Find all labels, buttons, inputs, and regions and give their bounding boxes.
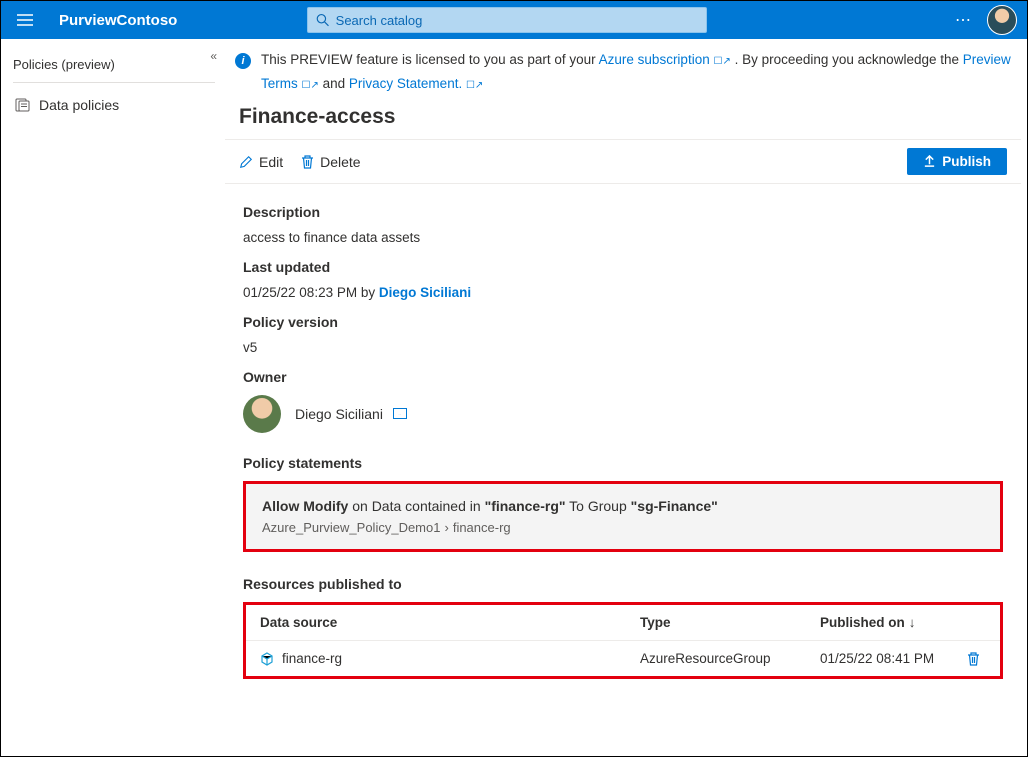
description-label: Description xyxy=(243,204,1003,220)
col-data-source[interactable]: Data source xyxy=(260,615,640,630)
notice-text: This PREVIEW feature is licensed to you … xyxy=(261,49,1015,97)
edit-icon xyxy=(239,155,253,169)
policy-statement[interactable]: Allow Modify on Data contained in "finan… xyxy=(243,481,1003,552)
delete-icon xyxy=(301,155,314,169)
resources-table: Data source Type Published on↓ finance-r… xyxy=(243,602,1003,679)
sidebar-item-label: Data policies xyxy=(39,97,119,113)
owner-label: Owner xyxy=(243,369,1003,385)
mail-icon[interactable] xyxy=(393,408,407,419)
app-name[interactable]: PurviewContoso xyxy=(59,12,177,29)
search-input[interactable] xyxy=(336,13,699,28)
search-container xyxy=(307,7,707,33)
sidebar-collapse-icon[interactable]: « xyxy=(210,49,217,63)
row-source: finance-rg xyxy=(282,651,342,666)
sidebar: « Policies (preview) Data policies xyxy=(1,39,225,756)
owner-name-wrap: Diego Siciliani xyxy=(295,406,407,422)
sidebar-item-data-policies[interactable]: Data policies xyxy=(13,91,215,119)
table-header: Data source Type Published on↓ xyxy=(246,605,1000,641)
page-title: Finance-access xyxy=(225,101,1021,139)
search-icon xyxy=(316,13,329,27)
azure-subscription-link[interactable]: Azure subscription ☐↗ xyxy=(599,52,731,67)
sidebar-section-title: Policies (preview) xyxy=(13,53,215,83)
delete-button[interactable]: Delete xyxy=(301,154,360,170)
owner-name: Diego Siciliani xyxy=(295,406,383,422)
publish-button[interactable]: Publish xyxy=(907,148,1007,175)
external-link-icon: ☐↗ xyxy=(713,56,730,67)
col-type[interactable]: Type xyxy=(640,615,820,630)
resource-group-icon xyxy=(260,652,274,666)
external-link-icon: ☐↗ xyxy=(466,80,483,91)
info-icon: i xyxy=(235,53,251,69)
statement-path: Azure_Purview_Policy_Demo1›finance-rg xyxy=(262,520,984,535)
last-updated-label: Last updated xyxy=(243,259,1003,275)
more-icon[interactable]: ⋯ xyxy=(955,10,973,30)
policy-version-label: Policy version xyxy=(243,314,1003,330)
owner-row: Diego Siciliani xyxy=(243,395,1003,433)
policy-icon xyxy=(15,97,31,113)
sort-desc-icon: ↓ xyxy=(909,615,916,630)
user-avatar[interactable] xyxy=(987,5,1017,35)
description-value: access to finance data assets xyxy=(243,230,1003,245)
top-bar: PurviewContoso ⋯ xyxy=(1,1,1027,39)
resources-published-label: Resources published to xyxy=(243,576,1003,592)
command-bar: Edit Delete Publish xyxy=(225,139,1021,184)
topbar-right: ⋯ xyxy=(955,5,1017,35)
edit-button[interactable]: Edit xyxy=(239,154,283,170)
last-updated-value: 01/25/22 08:23 PM by Diego Siciliani xyxy=(243,285,1003,300)
external-link-icon: ☐↗ xyxy=(302,80,319,91)
main-content: i This PREVIEW feature is licensed to yo… xyxy=(225,39,1027,756)
owner-avatar[interactable] xyxy=(243,395,281,433)
policy-version-value: v5 xyxy=(243,340,1003,355)
row-published: 01/25/22 08:41 PM xyxy=(820,651,934,666)
row-delete-icon[interactable] xyxy=(967,652,986,666)
last-updated-user-link[interactable]: Diego Siciliani xyxy=(379,285,471,300)
hamburger-icon[interactable] xyxy=(11,6,39,34)
publish-icon xyxy=(923,155,936,168)
row-type: AzureResourceGroup xyxy=(640,651,820,666)
policy-statements-label: Policy statements xyxy=(243,455,1003,471)
statement-text: Allow Modify on Data contained in "finan… xyxy=(262,498,984,514)
search-box[interactable] xyxy=(307,7,707,33)
col-published-on[interactable]: Published on↓ xyxy=(820,615,986,630)
preview-notice: i This PREVIEW feature is licensed to yo… xyxy=(225,39,1021,101)
privacy-statement-link[interactable]: Privacy Statement. ☐↗ xyxy=(349,76,483,91)
table-row[interactable]: finance-rg AzureResourceGroup 01/25/22 0… xyxy=(246,641,1000,676)
